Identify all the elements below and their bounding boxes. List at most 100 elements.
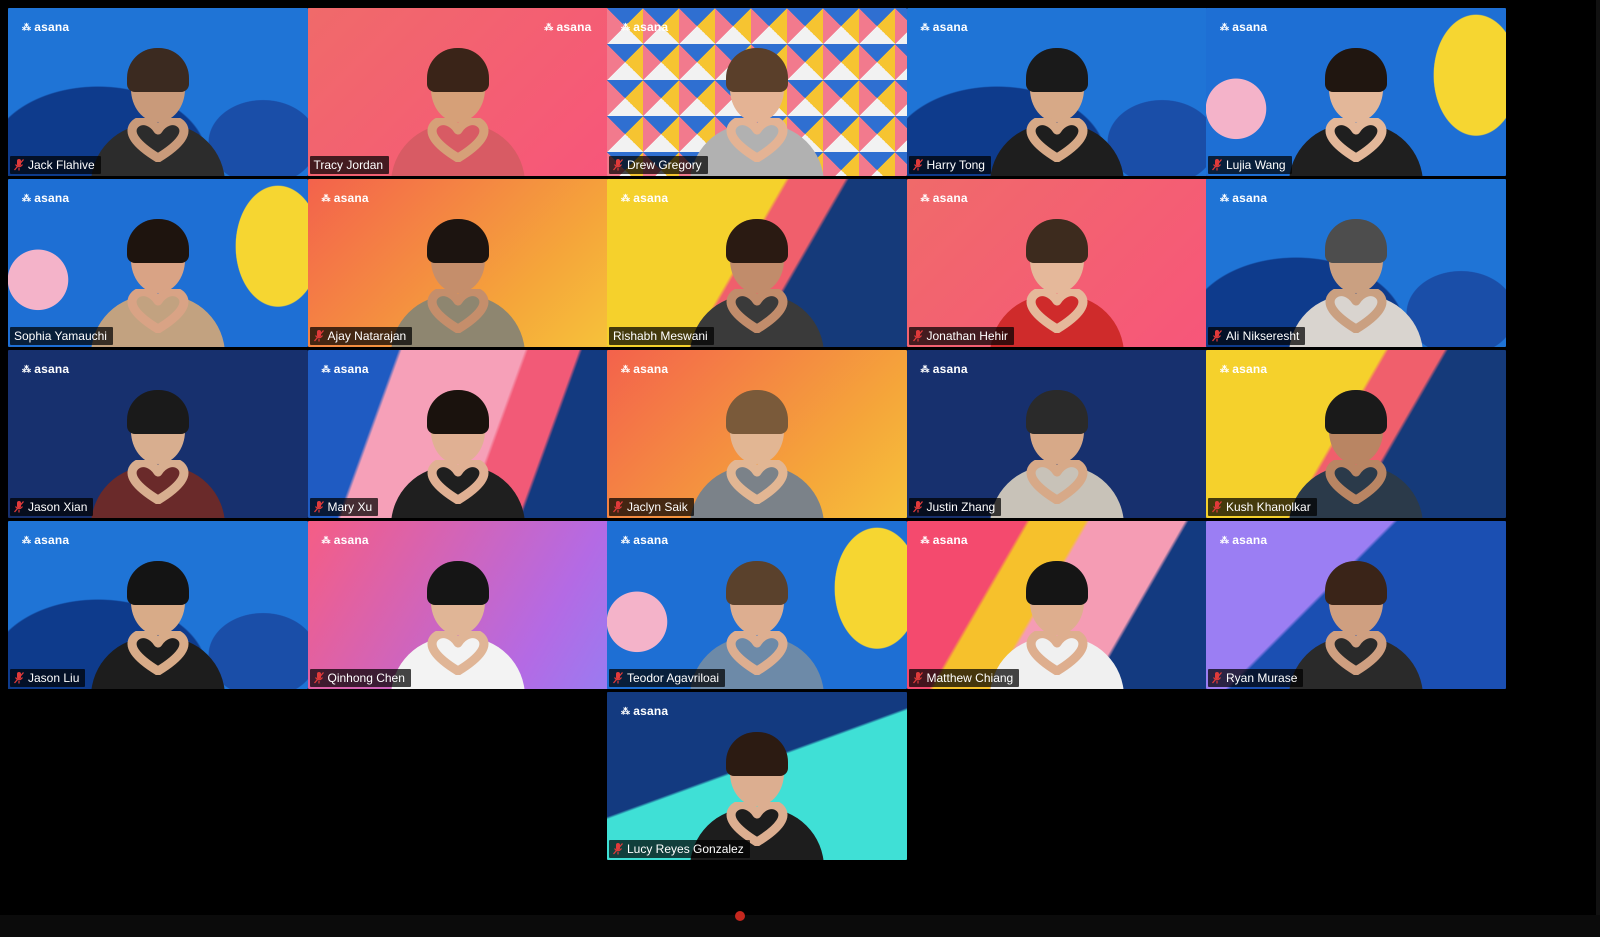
participant-name: Lucy Reyes Gonzalez	[627, 842, 744, 856]
participant-name-tag: Tracy Jordan	[309, 156, 390, 174]
participant-tile[interactable]: ⁂ asana Ali Nikseresht	[1206, 179, 1506, 347]
participant-tile[interactable]: ⁂ asana Jonathan Hehir	[906, 179, 1207, 347]
participant-tile[interactable]: ⁂ asana Jaclyn Saik	[607, 350, 907, 518]
asana-logo-icon: ⁂ asana	[22, 362, 70, 376]
participant-name: Sophia Yamauchi	[14, 329, 107, 343]
participant-name: Rishabh Meswani	[613, 329, 708, 343]
participant-name: Drew Gregory	[627, 158, 702, 172]
muted-mic-icon	[613, 672, 623, 684]
participant-name-tag: Jack Flahive	[10, 156, 101, 174]
participant-video	[682, 382, 832, 518]
muted-mic-icon	[613, 501, 623, 513]
participant-name-tag: Jason Xian	[10, 498, 94, 516]
participant-name-tag: Mary Xu	[309, 498, 379, 516]
participant-name-tag: Ali Nikseresht	[1208, 327, 1306, 345]
asana-logo-icon: ⁂ asana	[621, 20, 669, 34]
participant-video	[1281, 40, 1431, 176]
muted-mic-icon	[1212, 501, 1222, 513]
participant-video	[383, 382, 533, 518]
participant-name: Tracy Jordan	[313, 158, 384, 172]
participant-tile[interactable]: ⁂ asana Qinhong Chen	[307, 521, 608, 689]
participant-name-tag: Drew Gregory	[609, 156, 708, 174]
participant-name: Jonathan Hehir	[926, 329, 1008, 343]
asana-logo-icon: ⁂ asana	[621, 704, 669, 718]
muted-mic-icon	[1212, 159, 1222, 171]
muted-mic-icon	[613, 159, 623, 171]
asana-logo-icon: ⁂ asana	[22, 20, 70, 34]
asana-logo-icon: ⁂ asana	[920, 362, 968, 376]
muted-mic-icon	[912, 501, 923, 513]
muted-mic-icon	[313, 672, 324, 684]
participant-name-tag: Ajay Natarajan	[309, 327, 413, 345]
participant-tile[interactable]: ⁂ asana Sophia Yamauchi	[8, 179, 308, 347]
participant-tile[interactable]: ⁂ asana Lujia Wang	[1206, 8, 1506, 176]
participant-name: Harry Tong	[926, 158, 985, 172]
participant-name-tag: Rishabh Meswani	[609, 327, 714, 345]
asana-logo-icon: ⁂ asana	[1220, 533, 1268, 547]
participant-name: Jaclyn Saik	[627, 500, 688, 514]
participant-name: Kush Khanolkar	[1226, 500, 1311, 514]
participant-name: Matthew Chiang	[926, 671, 1014, 685]
participant-video	[83, 40, 233, 176]
participant-tile[interactable]: ⁂ asana Matthew Chiang	[906, 521, 1207, 689]
participant-name: Jason Xian	[28, 500, 88, 514]
asana-logo-icon: ⁂ asana	[1220, 191, 1268, 205]
asana-logo-icon: ⁂ asana	[1220, 362, 1268, 376]
participant-tile[interactable]: ⁂ asana Kush Khanolkar	[1206, 350, 1506, 518]
asana-logo-icon: ⁂ asana	[920, 533, 968, 547]
muted-mic-icon	[14, 501, 24, 513]
asana-logo-icon: ⁂ asana	[321, 191, 369, 205]
participant-name-tag: Justin Zhang	[908, 498, 1002, 516]
participant-name: Mary Xu	[327, 500, 373, 514]
participant-name: Ryan Murase	[1226, 671, 1298, 685]
participant-video	[982, 40, 1132, 176]
participant-tile[interactable]: ⁂ asana Drew Gregory	[607, 8, 907, 176]
participant-tile[interactable]: ⁂ asana Mary Xu	[307, 350, 608, 518]
participant-name: Jack Flahive	[28, 158, 95, 172]
participant-name: Qinhong Chen	[327, 671, 405, 685]
muted-mic-icon	[1212, 672, 1222, 684]
participant-name-tag: Lujia Wang	[1208, 156, 1292, 174]
participant-tile[interactable]: ⁂ asana Ajay Natarajan	[307, 179, 608, 347]
participant-tile[interactable]: ⁂ asana Harry Tong	[906, 8, 1207, 176]
participant-name-tag: Lucy Reyes Gonzalez	[609, 840, 750, 858]
participant-tile[interactable]: ⁂ asana Jason Xian	[8, 350, 308, 518]
participant-tile[interactable]: ⁂ asana Justin Zhang	[906, 350, 1207, 518]
muted-mic-icon	[1212, 330, 1222, 342]
meeting-controls-bar	[0, 915, 1600, 937]
participant-name-tag: Jonathan Hehir	[908, 327, 1014, 345]
asana-logo-icon: ⁂ asana	[321, 362, 369, 376]
recording-indicator-icon	[735, 911, 745, 921]
asana-logo-icon: ⁂ asana	[1220, 20, 1268, 34]
asana-logo-icon: ⁂ asana	[22, 191, 70, 205]
participant-video	[982, 382, 1132, 518]
muted-mic-icon	[912, 672, 923, 684]
participant-name: Ali Nikseresht	[1226, 329, 1300, 343]
asana-logo-icon: ⁂ asana	[920, 20, 968, 34]
asana-logo-icon: ⁂ asana	[22, 533, 70, 547]
participant-name-tag: Matthew Chiang	[908, 669, 1020, 687]
muted-mic-icon	[912, 330, 923, 342]
participant-tile[interactable]: ⁂ asana Teodor Agavriloai	[607, 521, 907, 689]
participant-name-tag: Kush Khanolkar	[1208, 498, 1317, 516]
participant-tile[interactable]: ⁂ asana Lucy Reyes Gonzalez	[607, 692, 907, 860]
participant-tile[interactable]: ⁂ asana Ryan Murase	[1206, 521, 1506, 689]
participant-tile[interactable]: ⁂ asana Jack Flahive	[8, 8, 308, 176]
scrollbar[interactable]	[1596, 0, 1600, 937]
participant-video	[1281, 553, 1431, 689]
participant-name: Justin Zhang	[926, 500, 996, 514]
asana-logo-icon: ⁂ asana	[621, 362, 669, 376]
asana-logo-icon: ⁂ asana	[920, 191, 968, 205]
participant-tile[interactable]: ⁂ asana Tracy Jordan	[307, 8, 608, 176]
participant-name-tag: Harry Tong	[908, 156, 991, 174]
asana-logo-icon: ⁂ asana	[321, 533, 369, 547]
participant-name: Teodor Agavriloai	[627, 671, 720, 685]
muted-mic-icon	[14, 159, 24, 171]
participant-name-tag: Ryan Murase	[1208, 669, 1304, 687]
participant-name-tag: Jason Liu	[10, 669, 86, 687]
participant-name: Jason Liu	[28, 671, 80, 685]
participant-tile[interactable]: ⁂ asana Rishabh Meswani	[607, 179, 907, 347]
muted-mic-icon	[912, 159, 923, 171]
asana-logo-icon: ⁂ asana	[544, 20, 592, 34]
participant-tile[interactable]: ⁂ asana Jason Liu	[8, 521, 308, 689]
